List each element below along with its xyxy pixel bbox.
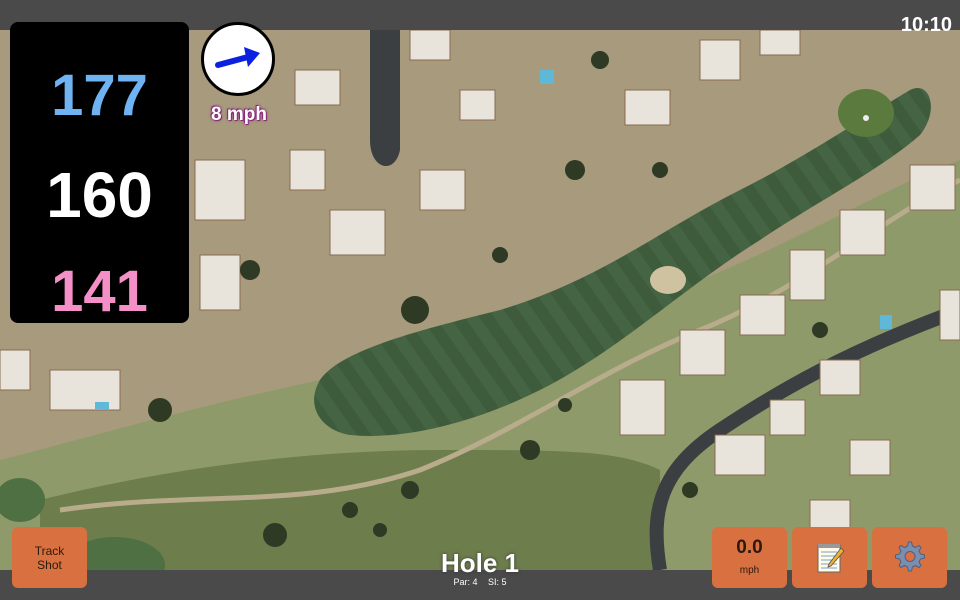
hole-title: Hole 1: [440, 548, 520, 578]
wind-speed-value: 0.0: [736, 537, 763, 558]
notepad-icon: [817, 544, 845, 573]
wind-direction-indicator: [201, 22, 275, 96]
settings-button[interactable]: [872, 527, 947, 588]
yardage-back: 177: [51, 63, 148, 128]
yardage-front: 141: [51, 259, 148, 324]
track-shot-button[interactable]: Track Shot: [12, 527, 87, 588]
arrow-east-icon: [215, 47, 260, 68]
yardage-panel[interactable]: 177 160 141: [10, 22, 189, 324]
wind-speed-label: 8 mph: [211, 104, 267, 125]
golf-gps-screen: 10:10 177 160 141 8 mph Track Shot Hole …: [0, 0, 960, 600]
clock: 10:10: [900, 14, 952, 36]
hole-par: Par: 4: [453, 577, 478, 587]
hole-si: SI: 5: [488, 577, 507, 587]
yardage-center: 160: [46, 159, 153, 231]
gear-icon: [895, 541, 925, 572]
wind-speed-button[interactable]: 0.0 mph: [712, 527, 787, 588]
wind-speed-unit: mph: [739, 565, 760, 576]
hole-info: Par: 4 SI: 5: [380, 577, 580, 587]
notes-button[interactable]: [792, 527, 867, 588]
track-shot-label-line2: Shot: [37, 558, 62, 572]
track-shot-label-line1: Track: [34, 544, 65, 558]
